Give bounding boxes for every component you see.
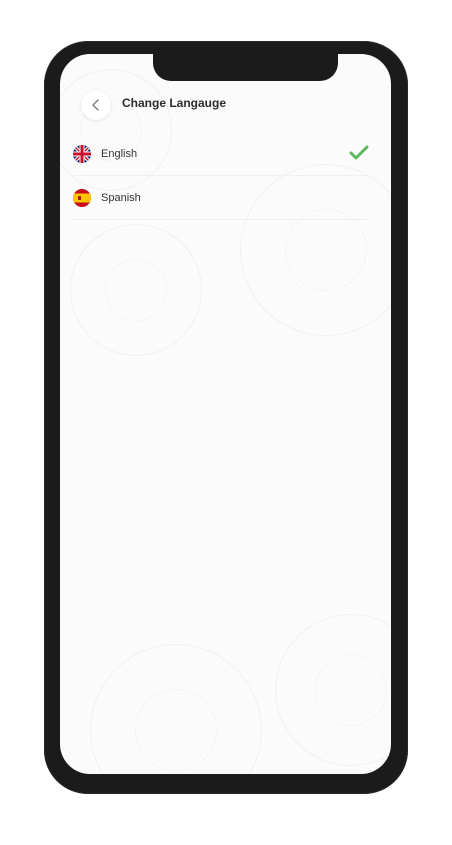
phone-notch — [153, 54, 338, 81]
spain-flag-icon — [73, 188, 91, 207]
phone-frame: Change Langauge English Spanish — [44, 41, 408, 794]
page-title: Change Langauge — [122, 96, 227, 110]
header: Change Langauge — [60, 88, 391, 128]
language-label: English — [101, 147, 138, 160]
language-option-english[interactable]: English — [73, 132, 369, 176]
back-button[interactable] — [81, 90, 111, 120]
language-option-spanish[interactable]: Spanish — [73, 176, 369, 220]
phone-screen: Change Langauge English Spanish — [60, 54, 391, 774]
language-label: Spanish — [101, 191, 141, 204]
language-list: English Spanish — [73, 132, 369, 220]
uk-flag-icon — [73, 144, 91, 163]
background-pattern — [315, 654, 387, 726]
chevron-left-icon — [91, 99, 101, 111]
background-pattern — [105, 259, 167, 321]
check-icon — [349, 145, 369, 161]
background-pattern — [135, 689, 217, 771]
background-pattern — [285, 209, 367, 291]
